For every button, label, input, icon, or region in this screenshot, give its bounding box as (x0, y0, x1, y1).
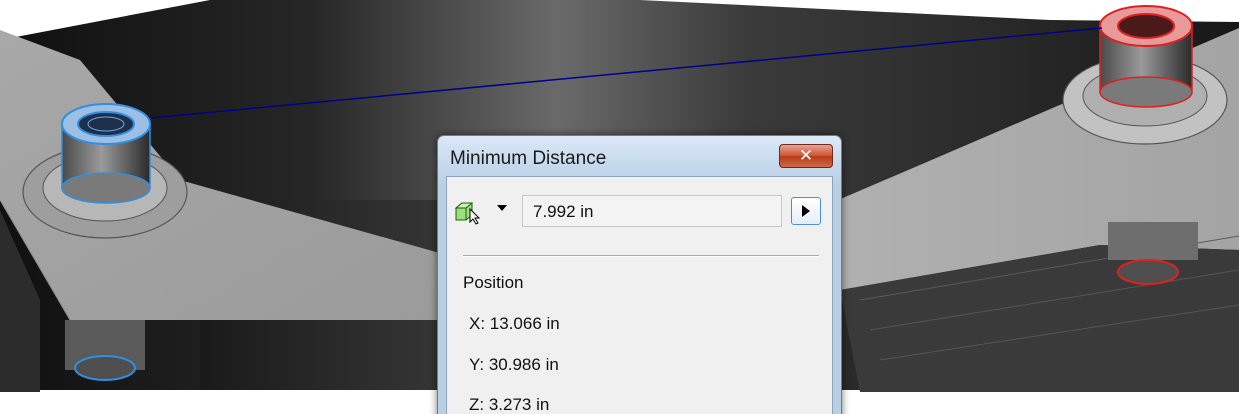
expand-button[interactable] (791, 197, 821, 225)
cube-cursor-icon (454, 202, 481, 225)
selection-filter-dropdown[interactable] (451, 195, 515, 225)
right-bracket (1108, 222, 1198, 260)
chevron-down-icon (497, 205, 507, 211)
position-x-value: X: 13.066 in (469, 314, 560, 333)
position-label: Position (463, 273, 524, 292)
distance-value-field[interactable]: 7.992 in (522, 195, 782, 227)
play-arrow-icon (802, 205, 810, 217)
position-y-value: Y: 30.986 in (469, 355, 559, 374)
3d-model-viewport[interactable]: Minimum Distance ✕ 7.992 in Position X: … (0, 0, 1239, 414)
right-bolt-underside (1117, 259, 1179, 285)
separator (463, 255, 819, 257)
dialog-body: 7.992 in Position X: 13.066 in Y: 30.986… (446, 176, 833, 414)
close-icon: ✕ (798, 146, 814, 166)
close-button[interactable]: ✕ (779, 144, 833, 168)
dialog-title: Minimum Distance (450, 148, 607, 169)
dialog-titlebar[interactable]: Minimum Distance ✕ (438, 136, 841, 176)
left-bolt-underside (65, 320, 145, 381)
position-z-value: Z: 3.273 in (469, 395, 550, 414)
minimum-distance-dialog[interactable]: Minimum Distance ✕ 7.992 in Position X: … (437, 135, 842, 414)
